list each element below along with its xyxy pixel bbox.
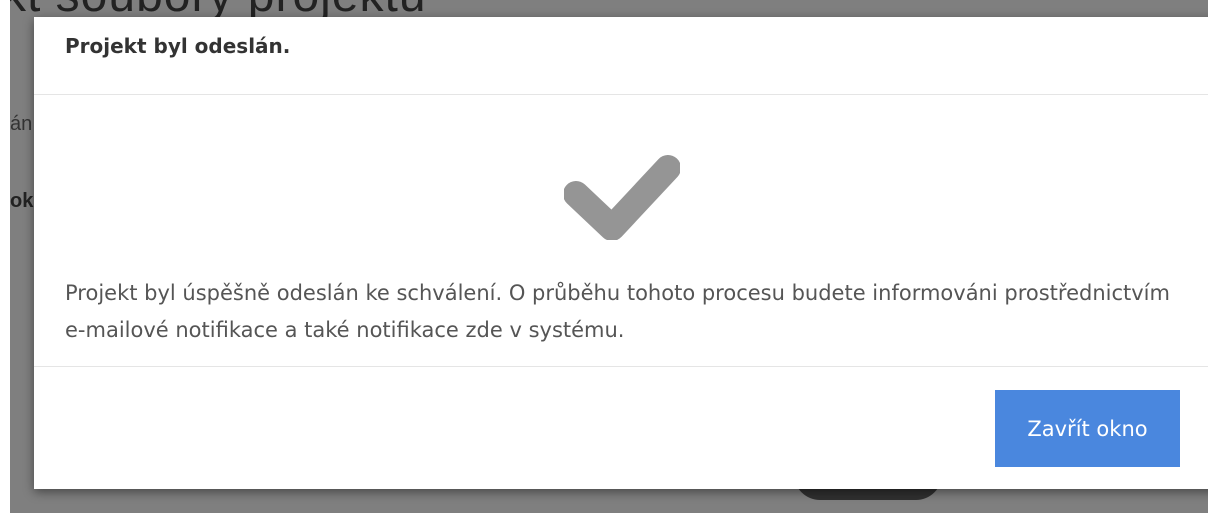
modal-header: Projekt byl odeslán. — [34, 17, 1208, 95]
checkmark-icon — [564, 155, 680, 240]
close-window-button[interactable]: Zavřít okno — [995, 390, 1180, 467]
modal-title: Projekt byl odeslán. — [65, 34, 291, 58]
screen: kt soubory projektu án ok Projekt byl od… — [0, 0, 1208, 513]
confirmation-modal: Projekt byl odeslán. Projekt byl úspěšně… — [34, 17, 1208, 489]
modal-message: Projekt byl úspěšně odeslán ke schválení… — [65, 281, 1170, 342]
modal-footer: Zavřít okno — [34, 366, 1208, 490]
background-label-fragment: ok — [10, 190, 34, 212]
background-text-fragment: án — [10, 113, 33, 135]
